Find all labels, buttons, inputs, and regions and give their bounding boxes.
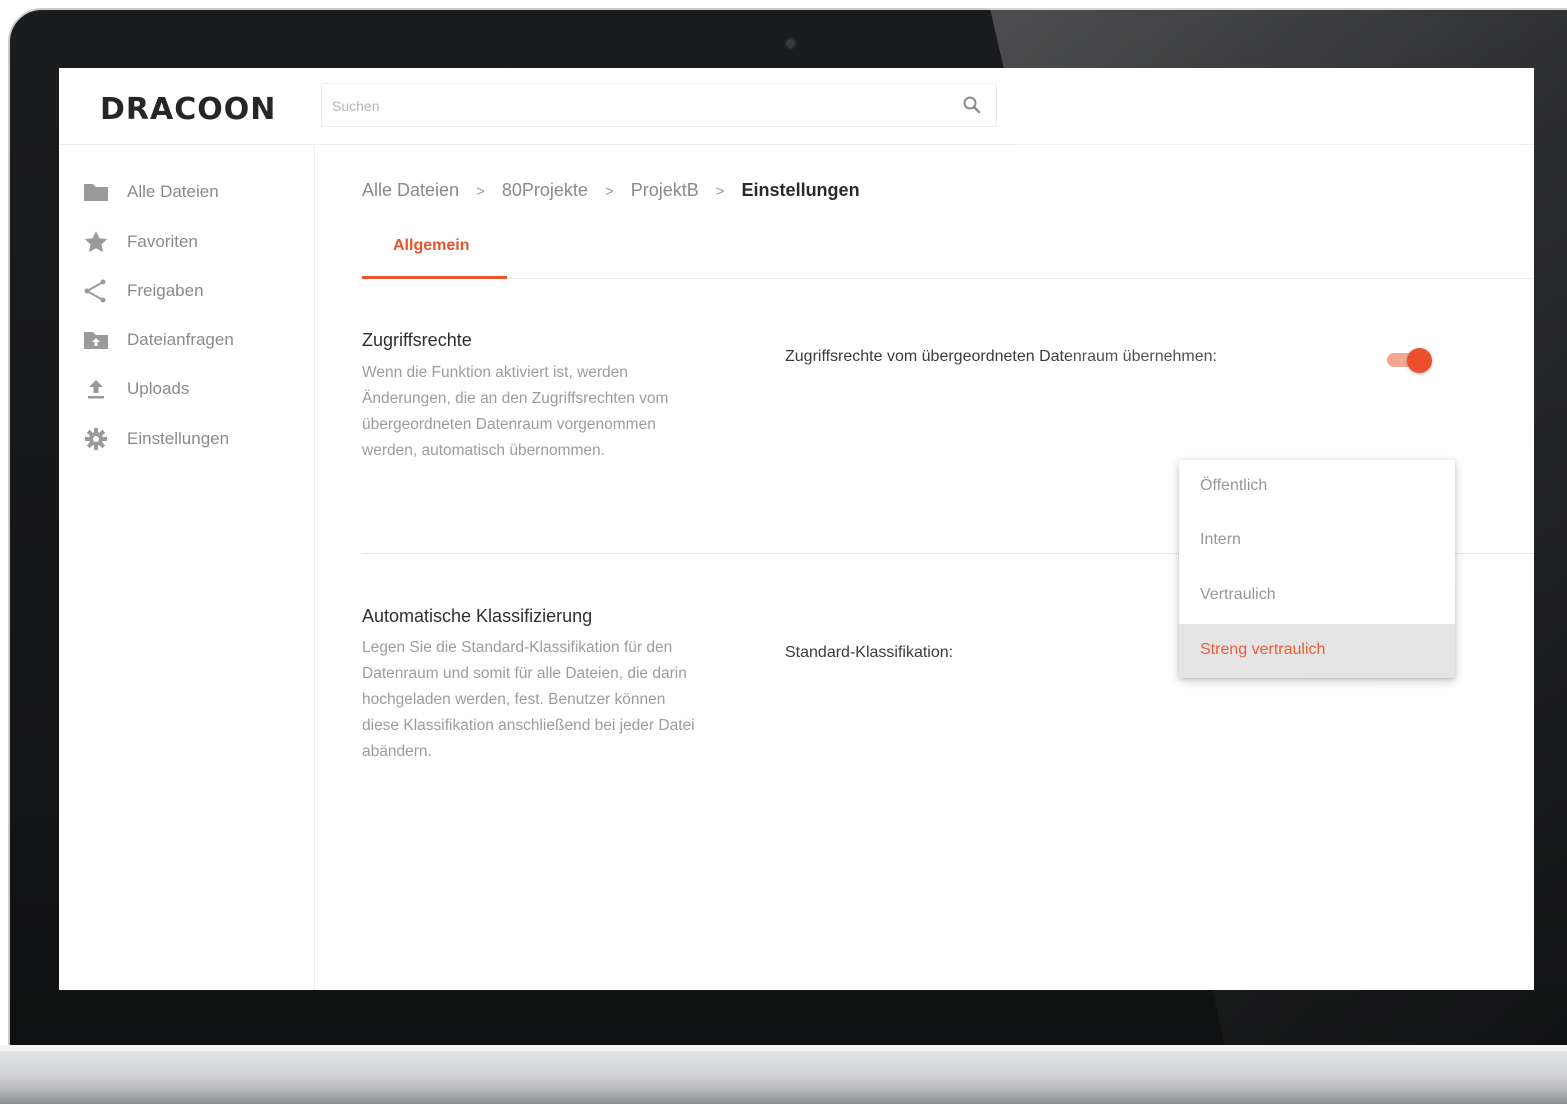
breadcrumb: Alle Dateien > 80Projekte > ProjektB > E…: [362, 180, 860, 201]
top-bar: DRACOON: [59, 68, 1534, 145]
dropdown-option-strictly-confidential[interactable]: Streng vertraulich: [1179, 624, 1455, 678]
sidebar-item-all-files[interactable]: Alle Dateien: [59, 172, 315, 212]
app-logo: DRACOON: [100, 92, 277, 127]
sidebar-item-shares[interactable]: Freigaben: [59, 271, 315, 311]
inherit-rights-toggle[interactable]: [1385, 348, 1433, 373]
breadcrumb-item[interactable]: ProjektB: [631, 180, 699, 201]
dropdown-option-label: Streng vertraulich: [1200, 641, 1326, 658]
sidebar-item-settings[interactable]: Einstellungen: [59, 419, 315, 459]
sidebar-item-uploads[interactable]: Uploads: [59, 369, 315, 409]
breadcrumb-item[interactable]: Alle Dateien: [362, 180, 459, 201]
app-window: DRACOON Alle Dateien: [59, 68, 1534, 990]
breadcrumb-current: Einstellungen: [741, 180, 860, 200]
inherit-rights-label: Zugriffsrechte vom übergeordneten Datenr…: [785, 348, 1217, 365]
share-icon: [83, 279, 109, 303]
sidebar-item-label: Favoriten: [127, 232, 198, 251]
search-input[interactable]: [332, 94, 932, 118]
tab-general[interactable]: Allgemein: [362, 228, 507, 279]
sidebar-item-favorites[interactable]: Favoriten: [59, 222, 315, 262]
dropdown-option-confidential[interactable]: Vertraulich: [1179, 569, 1455, 623]
folder-icon: [83, 180, 109, 204]
laptop-base-edge: [0, 1045, 1567, 1051]
laptop-base: [0, 1045, 1567, 1104]
tab-label: Allgemein: [393, 237, 470, 254]
dropdown-option-internal[interactable]: Intern: [1179, 514, 1455, 568]
sidebar-item-label: Alle Dateien: [127, 182, 219, 201]
breadcrumb-separator: >: [715, 183, 725, 200]
star-icon: [83, 230, 109, 254]
breadcrumb-item[interactable]: 80Projekte: [502, 180, 588, 201]
dropdown-option-label: Intern: [1200, 531, 1241, 548]
breadcrumb-separator: >: [604, 183, 614, 200]
access-rights-title: Zugriffsrechte: [362, 330, 472, 350]
sidebar-item-file-requests[interactable]: Dateianfragen: [59, 320, 315, 360]
default-classification-label: Standard-Klassifikation:: [785, 644, 954, 661]
sidebar-item-label: Einstellungen: [127, 429, 230, 448]
webcam: [784, 37, 797, 50]
tabs-divider: [362, 278, 1534, 279]
dropdown-option-public[interactable]: Öffentlich: [1179, 460, 1455, 514]
gear-icon: [83, 427, 109, 451]
breadcrumb-separator: >: [476, 183, 485, 200]
classification-description: Legen Sie die Standard-Klassifikation fü…: [362, 639, 695, 760]
sidebar: Alle Dateien Favoriten Freigaben Dateian…: [59, 146, 315, 990]
access-rights-description: Wenn die Funktion aktiviert ist, werden …: [362, 364, 669, 459]
sidebar-item-label: Dateianfragen: [127, 330, 234, 349]
upload-icon: [83, 377, 109, 401]
search-icon[interactable]: [962, 95, 982, 115]
dropdown-option-label: Vertraulich: [1200, 586, 1276, 603]
folder-upload-icon: [83, 328, 109, 352]
search-box: [321, 83, 997, 127]
sidebar-item-label: Freigaben: [127, 281, 204, 300]
toggle-thumb: [1407, 348, 1432, 373]
classification-dropdown-menu: Öffentlich Intern Vertraulich Streng ver…: [1179, 460, 1455, 678]
classification-title: Automatische Klassifizierung: [362, 606, 593, 626]
sidebar-item-label: Uploads: [127, 379, 190, 398]
dropdown-option-label: Öffentlich: [1200, 477, 1268, 494]
